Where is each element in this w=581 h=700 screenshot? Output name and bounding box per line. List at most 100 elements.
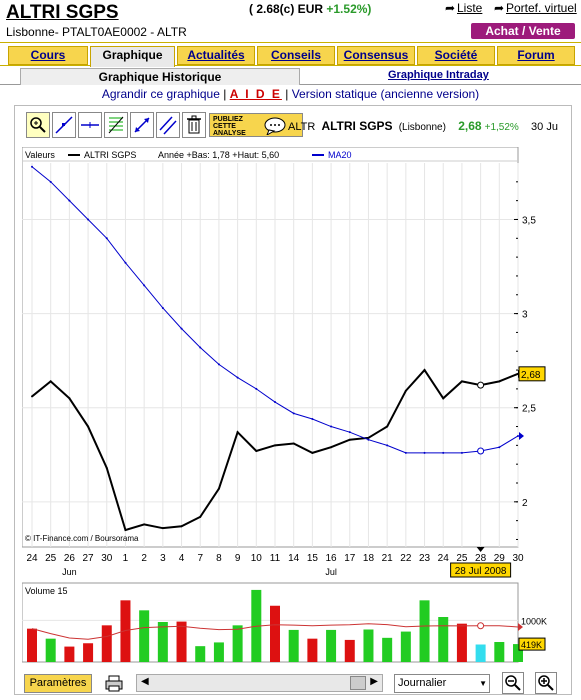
toolbar-quote: ALTR ALTRI SGPS (Lisbonne) 2,68 +1,52% 3… <box>288 119 558 133</box>
price-point <box>498 380 501 383</box>
price-point <box>124 529 127 532</box>
scroll-right-icon[interactable]: ▶ <box>370 676 378 687</box>
x-tick-label: 9 <box>235 553 241 564</box>
tab-cours[interactable]: Cours <box>8 46 88 65</box>
tab-graphique-intraday[interactable]: Graphique Intraday <box>388 69 489 81</box>
price-point <box>255 450 258 452</box>
ma20-point <box>31 165 33 168</box>
price-point <box>442 397 445 400</box>
volume-cursor-marker <box>477 622 485 630</box>
tab-forum[interactable]: Forum <box>497 46 575 65</box>
y-tick-label: 2,5 <box>522 404 536 415</box>
ancienne-version-link[interactable]: (ancienne version) <box>380 87 479 101</box>
y-tick-label: 3 <box>522 310 528 321</box>
printer-icon[interactable] <box>104 674 124 693</box>
price-point <box>31 395 33 398</box>
parametres-button[interactable]: Paramètres <box>24 674 92 693</box>
x-tick-label: 16 <box>326 553 338 564</box>
x-tick-label: 24 <box>26 553 38 564</box>
volume-bar <box>232 625 243 662</box>
fibonacci-tool-button[interactable] <box>104 112 128 138</box>
ma20-point <box>498 446 501 449</box>
scroll-thumb[interactable] <box>350 676 366 690</box>
volume-bar <box>270 605 280 662</box>
cursor-arrow <box>476 547 485 552</box>
price-point <box>386 425 389 428</box>
x-tick-label: 29 <box>494 553 506 564</box>
last-price-label: 2,68 <box>521 370 541 381</box>
legend-stats: Année +Bas: 1,78 +Haut: 5,60 <box>158 150 279 160</box>
ma20-point <box>236 376 239 379</box>
x-tick-label: 18 <box>363 553 375 564</box>
watermark: © IT-Finance.com / Boursorama <box>25 534 139 543</box>
fibonacci-icon <box>108 116 124 134</box>
price-point <box>143 523 146 526</box>
zoom-tool-button[interactable] <box>26 112 50 138</box>
toolbar-name: ALTRI SGPS <box>321 119 393 133</box>
achat-vente-button[interactable]: Achat / Vente <box>471 23 575 39</box>
zoom-out-button[interactable] <box>502 672 524 694</box>
liste-link[interactable]: ➦ Liste <box>445 1 482 15</box>
scroll-left-icon[interactable]: ◀ <box>141 676 149 687</box>
volume-bar <box>195 646 206 662</box>
aide-link[interactable]: A I D E <box>230 87 282 101</box>
x-tick-label: 11 <box>270 553 281 564</box>
volume-bar <box>363 629 374 662</box>
volume-title: Volume 15 <box>25 586 68 596</box>
price-point <box>330 446 333 449</box>
ma20-point <box>143 284 146 287</box>
volume-bar <box>456 623 467 662</box>
price-point <box>311 451 314 454</box>
x-tick-label: 4 <box>179 553 185 564</box>
zoom-in-icon <box>538 675 554 691</box>
x-tick-label: 23 <box>419 553 431 564</box>
month-label: Jul <box>325 567 337 577</box>
price-point <box>68 397 71 400</box>
arrows-tool-button[interactable] <box>130 112 154 138</box>
ma20-point <box>517 434 519 437</box>
x-tick-label: 14 <box>288 553 300 564</box>
parallel-tool-button[interactable] <box>156 112 180 138</box>
tab-actualites[interactable]: Actualités <box>177 46 255 65</box>
x-tick-label: 25 <box>456 553 468 564</box>
portefeuille-link[interactable]: ➦ Portef. virtuel <box>494 1 577 15</box>
isin-label: Lisbonne- PTALT0AE0002 - ALTR <box>6 25 187 39</box>
price-point <box>105 466 108 469</box>
main-tabs: Cours Graphique Actualités Conseils Cons… <box>0 42 581 67</box>
price-chart[interactable]: 3,5 3 2,5 2 Valeurs ALTRI SGPS Année +Bas: 1,7… <box>22 147 577 667</box>
price-point <box>423 369 426 372</box>
volume-bar <box>494 642 505 662</box>
page-title[interactable]: ALTRI SGPS <box>6 2 119 24</box>
legend-series1: ALTRI SGPS <box>84 150 136 160</box>
volume-bar <box>419 600 430 662</box>
tab-graphique-historique[interactable]: Graphique Historique <box>20 68 300 85</box>
x-tick-label: 26 <box>64 553 76 564</box>
hline-tool-button[interactable] <box>78 112 102 138</box>
ma20-point <box>404 451 407 454</box>
chart-scrollbar[interactable]: ◀ ▶ <box>136 674 383 692</box>
tab-societe[interactable]: Société <box>417 46 495 65</box>
ma20-point <box>49 180 52 183</box>
tab-graphique[interactable]: Graphique <box>90 46 175 67</box>
period-select[interactable]: Journalier ▼ <box>394 674 490 693</box>
y-tick-label: 2 <box>522 498 528 509</box>
price-point <box>199 515 202 518</box>
agrandir-link[interactable]: Agrandir ce graphique <box>102 87 220 101</box>
cursor-marker-price <box>477 381 485 389</box>
x-tick-label: 28 <box>475 553 487 564</box>
price-point <box>236 431 239 434</box>
x-tick-label: 3 <box>160 553 166 564</box>
volume-bar <box>64 646 75 662</box>
trendline-tool-button[interactable] <box>52 112 76 138</box>
month-label: Jun <box>62 567 77 577</box>
tab-conseils[interactable]: Conseils <box>257 46 335 65</box>
x-tick-label: 8 <box>216 553 222 564</box>
delete-tool-button[interactable] <box>182 112 206 138</box>
tab-consensus[interactable]: Consensus <box>337 46 415 65</box>
zoom-in-button[interactable] <box>535 672 557 694</box>
ma20-point <box>255 387 258 390</box>
x-tick-label: 15 <box>307 553 319 564</box>
version-statique-link[interactable]: Version statique <box>292 87 381 101</box>
ma20-point <box>217 363 220 366</box>
x-tick-label: 27 <box>83 553 95 564</box>
